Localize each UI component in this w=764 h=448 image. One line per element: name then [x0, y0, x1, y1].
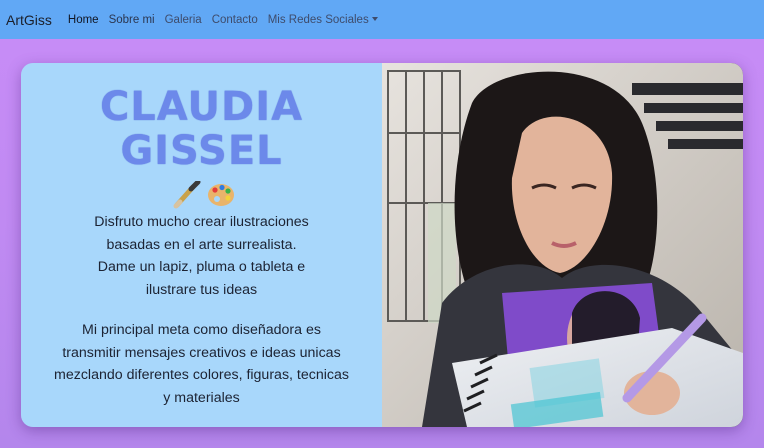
- goal-line: Mi principal meta como diseñadora es: [82, 322, 321, 338]
- intro-panel: CLAUDIA GISSEL Disfruto mucho crear ilus…: [21, 63, 382, 427]
- nav-social-dropdown[interactable]: Mis Redes Sociales: [268, 14, 378, 26]
- intro-paragraph: Disfruto mucho crear ilustraciones basad…: [21, 211, 382, 302]
- nav-links: Home Sobre mi Galeria Contacto Mis Redes…: [68, 14, 388, 26]
- artist-drawing-photo: [382, 63, 743, 427]
- title-first-name: CLAUDIA: [99, 84, 304, 130]
- goal-line: y materiales: [163, 390, 240, 407]
- nav-about-link[interactable]: Sobre mi: [109, 14, 155, 26]
- nav-contact-link[interactable]: Contacto: [212, 14, 258, 26]
- decor-icons: [173, 181, 234, 209]
- nav-gallery-link[interactable]: Galeria: [165, 14, 202, 26]
- intro-line: Disfruto mucho crear ilustraciones: [94, 214, 309, 230]
- goal-line: mezclando diferentes colores, figuras, t…: [54, 367, 349, 384]
- intro-line: ilustrare tus ideas: [145, 282, 258, 299]
- intro-line: Dame un lapiz, pluma o tableta e: [97, 259, 306, 276]
- navbar: ArtGiss Home Sobre mi Galeria Contacto M…: [0, 0, 764, 39]
- page-title: CLAUDIA GISSEL: [21, 85, 382, 173]
- paintbrush-icon: [173, 181, 201, 209]
- nav-social-label: Mis Redes Sociales: [267, 13, 369, 26]
- chevron-down-icon: [371, 16, 378, 21]
- artist-photo: [382, 63, 743, 427]
- title-last-name: GISSEL: [120, 128, 283, 174]
- goal-line: transmitir mensajes creativos e ideas un…: [62, 344, 341, 361]
- palette-icon: [208, 184, 234, 206]
- intro-line: basadas en el arte surrealista.: [106, 236, 297, 253]
- brand-link[interactable]: ArtGiss: [6, 12, 52, 28]
- nav-home-link[interactable]: Home: [68, 14, 99, 26]
- goal-paragraph: Mi principal meta como diseñadora es tra…: [21, 319, 382, 410]
- hero-card: CLAUDIA GISSEL Disfruto mucho crear ilus…: [21, 63, 743, 427]
